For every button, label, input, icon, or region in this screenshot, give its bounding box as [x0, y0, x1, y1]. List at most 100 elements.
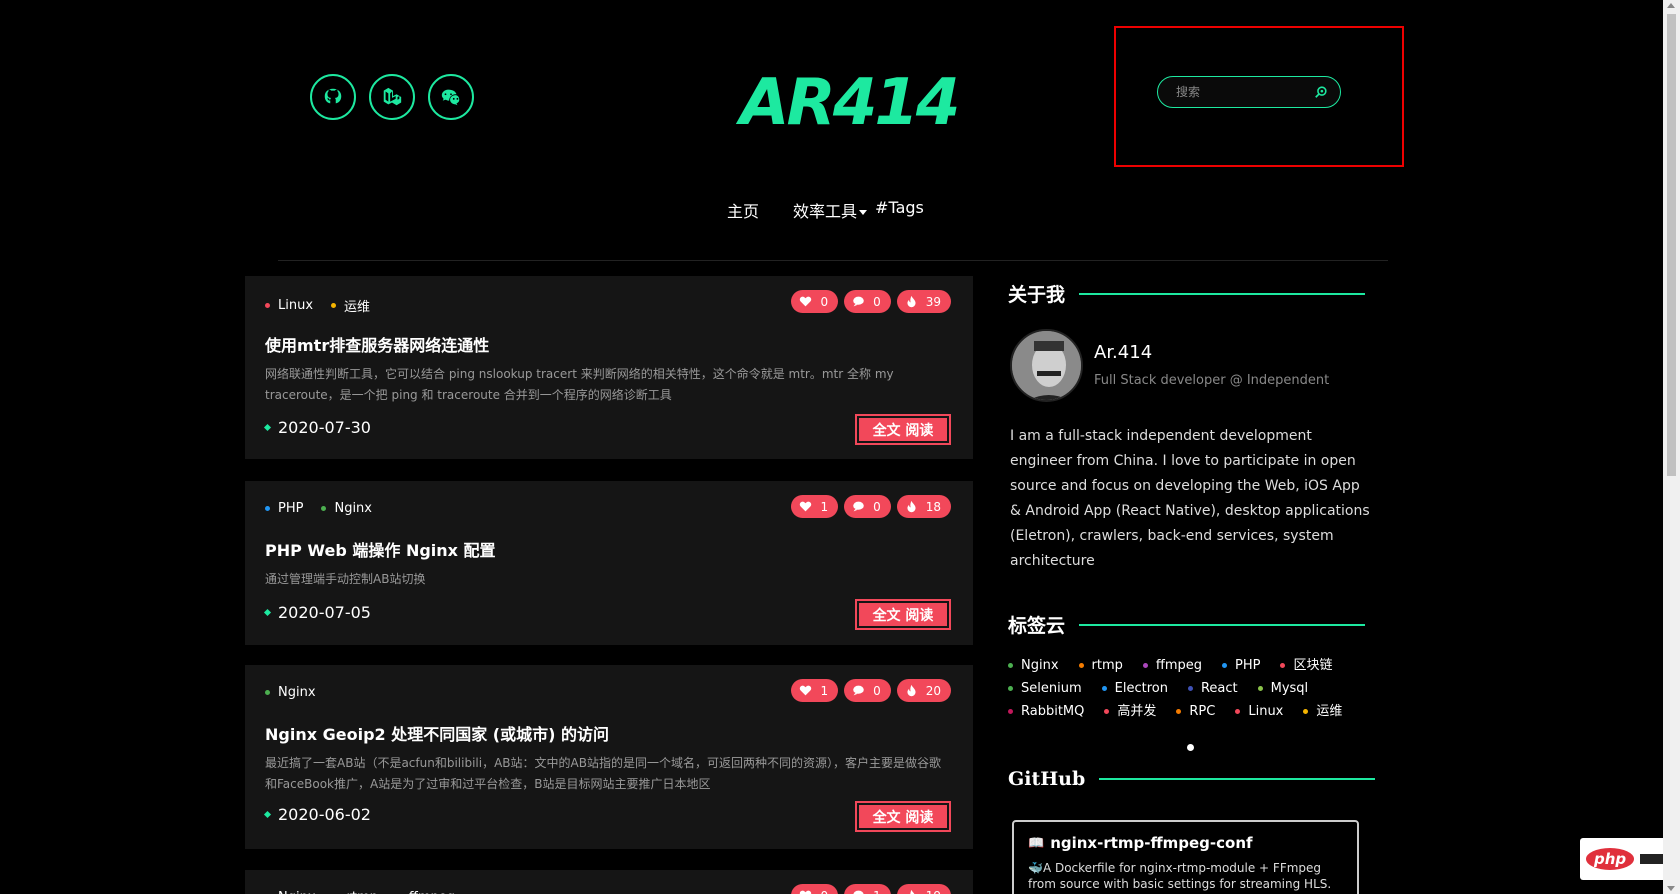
cloud-tag[interactable]: RabbitMQ	[1008, 700, 1084, 723]
comment-count: 0	[873, 683, 881, 698]
search-input[interactable]	[1158, 77, 1340, 107]
cloud-tag[interactable]: React	[1187, 677, 1238, 700]
cloud-tag[interactable]: Mysql	[1257, 677, 1308, 700]
views-badge[interactable]: 18	[896, 495, 951, 518]
views-badge[interactable]: 39	[896, 290, 951, 313]
post-tag[interactable]: Linux	[265, 296, 313, 315]
carousel-dot[interactable]	[1187, 744, 1194, 751]
scrollbar-thumb[interactable]	[1667, 14, 1676, 476]
read-more-button[interactable]: 全文 阅读	[855, 599, 951, 630]
post-tag[interactable]: PHP	[265, 501, 303, 516]
book-icon: 📖	[1028, 835, 1045, 851]
tag-label: 运维	[344, 300, 371, 315]
tag-dot-icon	[1235, 709, 1241, 714]
post-date-text: 2020-07-05	[278, 603, 371, 622]
nav-home[interactable]: 主页	[727, 198, 759, 222]
nav-tools[interactable]: 效率工具	[793, 198, 868, 222]
cloud-tag[interactable]: Selenium	[1008, 677, 1082, 700]
cloud-tag[interactable]: rtmp	[1078, 654, 1123, 677]
post-tag[interactable]: 运维	[331, 296, 370, 315]
heart-icon	[799, 500, 812, 513]
laravel-link[interactable]	[369, 74, 415, 120]
tag-dot-icon	[1187, 686, 1193, 691]
laravel-icon	[383, 87, 402, 106]
read-more-label: 全文 阅读	[859, 805, 947, 828]
avatar	[1010, 329, 1083, 402]
author-subtitle: Full Stack developer @ Independent	[1094, 373, 1330, 388]
nav-tools-label: 效率工具	[793, 202, 858, 221]
github-repo-card[interactable]: 📖 nginx-rtmp-ffmpeg-conf 🐳A Dockerfile f…	[1012, 820, 1359, 894]
cloud-tag-label: 区块链	[1293, 658, 1333, 673]
like-badge[interactable]: 0	[791, 884, 839, 894]
search-icon[interactable]	[1314, 85, 1328, 99]
github-divider	[1099, 778, 1376, 780]
heart-icon	[799, 295, 812, 308]
comment-icon	[852, 500, 865, 513]
post-tag[interactable]: Nginx	[321, 501, 372, 516]
view-count: 39	[925, 294, 941, 309]
avatar-portrait	[1012, 331, 1081, 400]
like-badge[interactable]: 1	[791, 679, 839, 702]
tag-dot-icon	[1008, 663, 1013, 668]
github-icon	[324, 88, 342, 104]
post-excerpt: 最近搞了一套AB站（不是acfun和bilibili，AB站：文中的AB站指的是…	[265, 756, 941, 791]
cloud-tag[interactable]: RPC	[1176, 700, 1215, 723]
comment-badge[interactable]: 0	[844, 679, 891, 702]
cloud-tag[interactable]: 高并发	[1104, 700, 1156, 723]
cloud-tag[interactable]: Linux	[1235, 700, 1283, 723]
view-count: 19	[926, 889, 941, 894]
tag-dot-icon	[265, 506, 270, 511]
site-logo[interactable]: AR414	[740, 66, 960, 140]
tag-label: Nginx	[334, 501, 372, 516]
cloud-tag[interactable]: PHP	[1222, 654, 1260, 677]
diamond-icon	[263, 608, 272, 617]
post-card: PHP Nginx 1 0 18 PHP Web 端操作 Nginx 配置 通过管理…	[245, 481, 973, 645]
views-badge[interactable]: 19	[896, 884, 951, 894]
post-date-text: 2020-07-30	[278, 418, 371, 437]
cloud-tag[interactable]: Nginx	[1008, 654, 1059, 677]
cloud-tag[interactable]: 运维	[1303, 700, 1342, 723]
post-tags: Nginx	[265, 685, 316, 700]
read-more-button[interactable]: 全文 阅读	[855, 414, 951, 445]
cloud-tag[interactable]: ffmpeg	[1142, 654, 1202, 677]
post-card: Nginx rtmp ffmpeg 0 1 19	[245, 870, 973, 894]
views-badge[interactable]: 20	[896, 679, 951, 702]
like-badge[interactable]: 0	[791, 290, 839, 313]
tag-cloud: Nginx rtmp ffmpeg PHP 区块链 Selenium Electron Rea…	[1008, 654, 1348, 723]
author-bio: I am a full-stack independent developmen…	[1010, 428, 1370, 569]
read-more-button[interactable]: 全文 阅读	[855, 801, 951, 832]
post-card: Nginx 1 0 20 Nginx Geoip2 处理不同国家 (或城市) 的…	[245, 665, 973, 849]
cloud-tag[interactable]: 区块链	[1280, 654, 1333, 677]
scrollbar[interactable]	[1663, 0, 1680, 894]
php-badge[interactable]: php	[1580, 838, 1670, 880]
chevron-down-icon	[859, 210, 868, 215]
comment-icon	[852, 889, 865, 894]
view-count: 18	[925, 499, 941, 514]
post-title[interactable]: PHP Web 端操作 Nginx 配置	[265, 537, 496, 561]
like-badge[interactable]: 1	[791, 495, 839, 518]
comment-badge[interactable]: 0	[844, 495, 891, 518]
post-tag[interactable]: ffmpeg	[396, 890, 455, 894]
php-logo: php	[1586, 848, 1635, 870]
comment-badge[interactable]: 1	[844, 884, 891, 894]
repo-name[interactable]: nginx-rtmp-ffmpeg-conf	[1050, 834, 1252, 852]
scroll-up-icon[interactable]	[1667, 3, 1675, 8]
post-tag[interactable]: Nginx	[265, 685, 316, 700]
post-card: Linux 运维 0 0 39 使用mtr排查服务器网络连通性网络联通性判断工具，…	[245, 276, 973, 459]
cloud-tag-label: RabbitMQ	[1021, 704, 1085, 719]
post-tag[interactable]: rtmp	[334, 890, 378, 894]
post-tag[interactable]: Nginx	[265, 890, 316, 894]
nav-tags[interactable]: #Tags	[875, 198, 924, 222]
tag-dot-icon	[1257, 686, 1263, 691]
post-excerpt: 网络联通性判断工具，它可以结合 ping nslookup tracert 来判…	[265, 367, 894, 402]
view-count: 20	[925, 683, 941, 698]
wechat-link[interactable]	[428, 74, 474, 120]
post-title[interactable]: Nginx Geoip2 处理不同国家 (或城市) 的访问	[265, 721, 609, 745]
comment-badge[interactable]: 0	[844, 290, 891, 313]
post-tags: Linux 运维	[265, 296, 370, 315]
github-link[interactable]	[310, 74, 356, 120]
about-title: 关于我	[1008, 284, 1066, 306]
cloud-tag[interactable]: Electron	[1101, 677, 1168, 700]
scroll-down-icon[interactable]	[1667, 886, 1675, 891]
post-title[interactable]: 使用mtr排查服务器网络连通性	[265, 332, 489, 356]
